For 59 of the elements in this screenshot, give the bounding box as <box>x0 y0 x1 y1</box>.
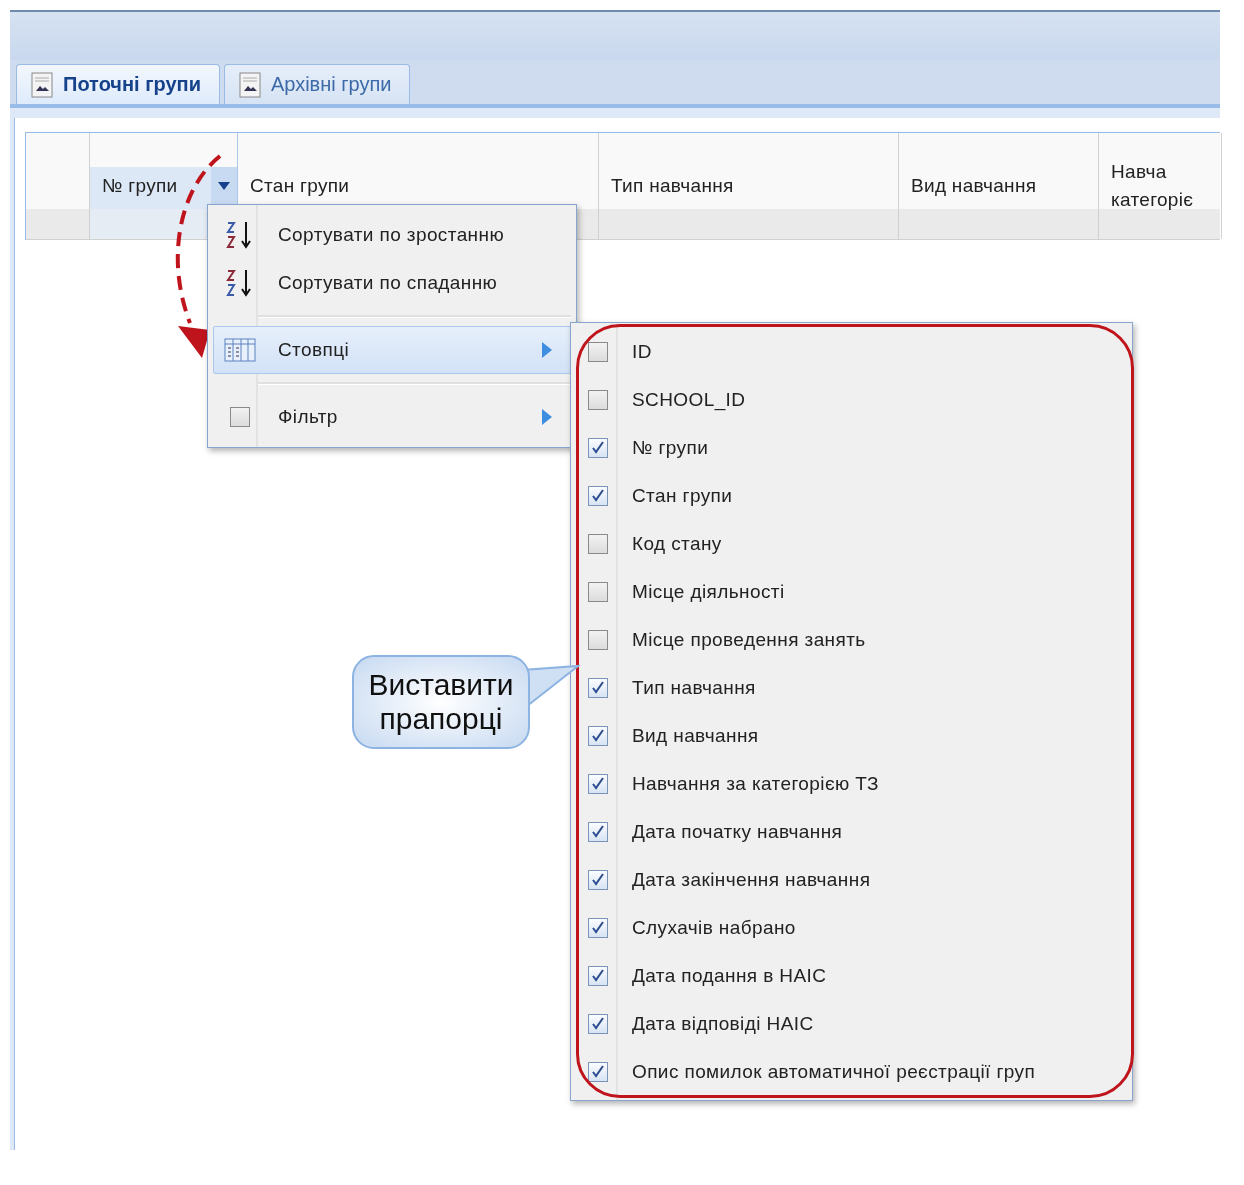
checkbox[interactable] <box>588 1014 608 1034</box>
checkmark-icon <box>590 824 606 840</box>
checkbox[interactable] <box>588 342 608 362</box>
caret-icon <box>218 182 230 190</box>
column-header[interactable]: Тип навчання <box>599 133 899 239</box>
checkbox[interactable] <box>588 966 608 986</box>
callout: Виставити прапорці <box>352 655 530 749</box>
checkmark-icon <box>590 1016 606 1032</box>
checkmark-icon <box>590 680 606 696</box>
checkmark-icon <box>590 440 606 456</box>
menu-item[interactable]: Навчання за категорією ТЗ <box>632 773 879 795</box>
checkbox[interactable] <box>588 534 608 554</box>
menu-item[interactable]: Слухачів набрано <box>632 917 796 939</box>
menu-item[interactable]: Сортувати по спаданню <box>213 259 571 307</box>
menu-item[interactable]: Фільтр <box>213 393 571 441</box>
menu-item[interactable]: Вид навчання <box>632 725 759 747</box>
tab[interactable]: Поточні групи <box>16 64 220 104</box>
checkmark-icon <box>590 968 606 984</box>
checkbox[interactable] <box>588 438 608 458</box>
menu-item[interactable]: Дата закінчення навчання <box>632 869 871 891</box>
menu-item[interactable]: Код стану <box>632 533 722 555</box>
menu-item[interactable]: Стовпці <box>213 326 571 374</box>
checkmark-icon <box>590 776 606 792</box>
checkmark-icon <box>590 728 606 744</box>
menu-item[interactable]: Місце діяльності <box>632 581 785 603</box>
checkbox[interactable] <box>588 390 608 410</box>
menu-item[interactable]: Дата подання в НАІС <box>632 965 827 987</box>
menu-item[interactable]: Опис помилок автоматичної реєстрації груп <box>632 1061 1036 1083</box>
menu-item[interactable]: Місце проведення занять <box>632 629 866 651</box>
menu-item[interactable]: SCHOOL_ID <box>632 389 746 411</box>
document-icon <box>238 71 261 98</box>
menu-item[interactable]: Стан групи <box>632 485 733 507</box>
checkbox[interactable] <box>588 918 608 938</box>
checkmark-icon <box>590 872 606 888</box>
checkbox[interactable] <box>588 1062 608 1082</box>
column-header[interactable]: Навча категоріє <box>1099 133 1222 239</box>
checkbox[interactable] <box>588 486 608 506</box>
checkbox[interactable] <box>588 726 608 746</box>
menu-item[interactable]: Тип навчання <box>632 677 756 699</box>
checkmark-icon <box>590 1064 606 1080</box>
column-header[interactable]: Вид навчання <box>899 133 1099 239</box>
column-header[interactable]: № групи <box>90 133 238 239</box>
checkbox[interactable] <box>588 678 608 698</box>
menu-item[interactable]: Дата відповіді НАІС <box>632 1013 814 1035</box>
checkbox[interactable] <box>588 870 608 890</box>
checkbox[interactable] <box>588 582 608 602</box>
checkmark-icon <box>590 920 606 936</box>
checkbox[interactable] <box>230 407 250 427</box>
checkmark-icon <box>590 488 606 504</box>
checkbox[interactable] <box>588 822 608 842</box>
menu-item[interactable]: № групи <box>632 437 709 459</box>
document-icon <box>31 71 53 98</box>
menu-item[interactable]: ID <box>632 341 652 363</box>
menu-item[interactable]: Дата початку навчання <box>632 821 843 843</box>
tab[interactable]: Архівні групи <box>223 64 411 104</box>
checkbox[interactable] <box>588 774 608 794</box>
columns-icon <box>224 338 256 362</box>
checkbox[interactable] <box>588 630 608 650</box>
dropdown-trigger[interactable] <box>211 167 237 205</box>
